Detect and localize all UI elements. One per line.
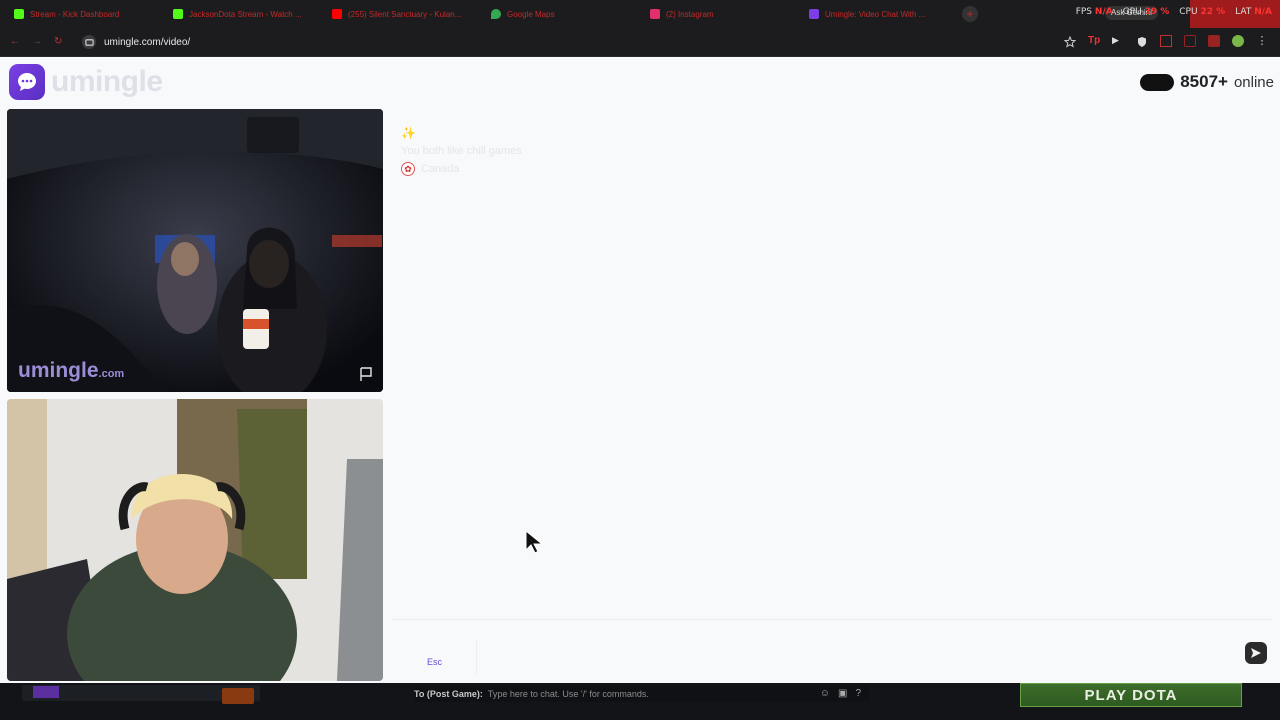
lat-value: N/A bbox=[1254, 7, 1272, 17]
extension-red-icon[interactable] bbox=[1208, 35, 1220, 47]
online-counter: 8507+ online bbox=[1140, 72, 1274, 92]
chat-divider bbox=[392, 619, 1272, 620]
self-video-feed bbox=[7, 399, 383, 681]
performance-overlay: FPS N/A GPU 39 % CPU 22 % LAT N/A bbox=[1076, 7, 1272, 17]
country-name: Canada bbox=[421, 163, 460, 175]
stranger-video-feed bbox=[7, 109, 383, 392]
gpu-stat: GPU 39 % bbox=[1123, 7, 1170, 17]
umingle-watermark: umingle.com bbox=[18, 359, 124, 383]
esc-key-label: Esc bbox=[427, 657, 443, 667]
umingle-icon bbox=[809, 9, 819, 19]
mouse-cursor-icon bbox=[525, 530, 544, 554]
help-icon[interactable]: ? bbox=[855, 688, 861, 699]
image-icon[interactable]: ▣ bbox=[838, 688, 847, 699]
tab-label: (255) Silent Sanctuary - Kulan... bbox=[348, 9, 462, 19]
kick-icon bbox=[173, 9, 183, 19]
watermark-main: umingle bbox=[18, 359, 99, 382]
profile-avatar[interactable] bbox=[1232, 35, 1244, 47]
extension-icons: Tp ▶ ⋮ bbox=[1063, 35, 1268, 48]
extension-square-icon[interactable] bbox=[1160, 35, 1172, 47]
lat-label: LAT bbox=[1235, 7, 1252, 17]
tab-youtube[interactable]: (255) Silent Sanctuary - Kulan... bbox=[332, 4, 461, 24]
game-chat-placeholder: Type here to chat. Use '/' for commands. bbox=[487, 689, 649, 699]
country-line: ✿ Canada bbox=[401, 160, 522, 178]
common-interest-line: You both like chill games bbox=[401, 145, 522, 157]
tab-label: Umingle: Video Chat With ... bbox=[825, 9, 926, 19]
play-icon[interactable]: ▶ bbox=[1112, 35, 1124, 47]
new-tab-button[interactable]: + bbox=[962, 6, 978, 22]
tab-kick-stream[interactable]: JacksonDota Stream - Watch ... bbox=[173, 4, 302, 24]
gpu-value: 39 % bbox=[1144, 7, 1170, 17]
instagram-icon bbox=[650, 9, 660, 19]
tab-umingle[interactable]: Umingle: Video Chat With ... bbox=[809, 4, 925, 24]
game-chat-input[interactable]: To (Post Game): Type here to chat. Use '… bbox=[414, 686, 869, 702]
url-text: umingle.com/video/ bbox=[104, 36, 191, 48]
sparkle-icon: ✨ bbox=[401, 126, 416, 140]
forward-icon[interactable]: → bbox=[32, 36, 42, 47]
watermark-suffix: .com bbox=[98, 368, 125, 380]
game-chat-target: To (Post Game): bbox=[414, 689, 483, 699]
cpu-value: 22 % bbox=[1200, 7, 1226, 17]
play-dota-button[interactable]: PLAY DOTA bbox=[1020, 683, 1242, 707]
extension-tp-icon[interactable]: Tp bbox=[1088, 35, 1100, 47]
kick-icon bbox=[14, 9, 24, 19]
tab-kick-dashboard[interactable]: Stream - Kick Dashboard bbox=[14, 4, 119, 24]
fps-label: FPS bbox=[1075, 7, 1093, 17]
send-message-button[interactable] bbox=[1245, 642, 1267, 664]
lat-stat: LAT N/A bbox=[1235, 7, 1272, 17]
canada-flag-icon: ✿ bbox=[401, 162, 415, 176]
site-logo[interactable]: umingle bbox=[9, 64, 163, 100]
menu-kebab-icon[interactable]: ⋮ bbox=[1256, 35, 1268, 47]
youtube-icon bbox=[332, 9, 342, 19]
bookmark-star-icon[interactable] bbox=[1063, 35, 1077, 48]
hud-item-slot bbox=[222, 688, 254, 704]
url-field[interactable]: umingle.com/video/ bbox=[82, 32, 1182, 52]
cpu-label: CPU bbox=[1179, 7, 1198, 17]
tab-label: Stream - Kick Dashboard bbox=[30, 9, 120, 19]
tab-label: (2) Instagram bbox=[666, 9, 714, 19]
shield-icon[interactable] bbox=[1136, 35, 1148, 47]
maps-pin-icon bbox=[491, 9, 501, 19]
extension-box-icon[interactable] bbox=[1184, 35, 1196, 47]
hud-hero-portrait bbox=[33, 686, 59, 698]
logo-wordmark: umingle bbox=[51, 65, 163, 98]
online-indicator-icon bbox=[1140, 73, 1175, 91]
chat-match-info: ✨ You both like chill games ✿ Canada bbox=[401, 124, 522, 178]
browser-tab-bar: Stream - Kick Dashboard JacksonDota Stre… bbox=[0, 0, 1280, 28]
browser-address-bar: ← → ↻ umingle.com/video/ Tp ▶ ⋮ bbox=[0, 28, 1280, 57]
tab-label: JacksonDota Stream - Watch ... bbox=[189, 9, 302, 19]
send-arrow-icon bbox=[1251, 648, 1261, 658]
reload-icon[interactable]: ↻ bbox=[54, 36, 62, 47]
cpu-stat: CPU 22 % bbox=[1179, 7, 1225, 17]
stranger-video: umingle.com bbox=[7, 109, 383, 392]
nav-buttons: ← → ↻ bbox=[10, 36, 62, 47]
online-label: online bbox=[1233, 73, 1274, 91]
skip-button[interactable]: Esc bbox=[414, 640, 477, 674]
self-video bbox=[7, 399, 383, 681]
tab-google-maps[interactable]: Google Maps bbox=[491, 4, 555, 24]
chat-bubble-icon bbox=[9, 64, 45, 100]
tab-label: Google Maps bbox=[507, 9, 555, 19]
chat-intro-line: ✨ bbox=[401, 124, 522, 142]
game-chat-tools: ☺ ▣ ? bbox=[820, 688, 861, 699]
site-info-icon[interactable] bbox=[82, 35, 96, 49]
fps-stat: FPS N/A bbox=[1076, 7, 1113, 17]
gpu-label: GPU bbox=[1122, 7, 1142, 17]
emoji-icon[interactable]: ☺ bbox=[820, 688, 830, 699]
tab-instagram[interactable]: (2) Instagram bbox=[650, 4, 714, 24]
online-count: 8507+ bbox=[1180, 72, 1228, 91]
back-icon[interactable]: ← bbox=[10, 36, 20, 47]
report-flag-icon[interactable] bbox=[358, 366, 374, 382]
fps-value: N/A bbox=[1094, 7, 1113, 17]
